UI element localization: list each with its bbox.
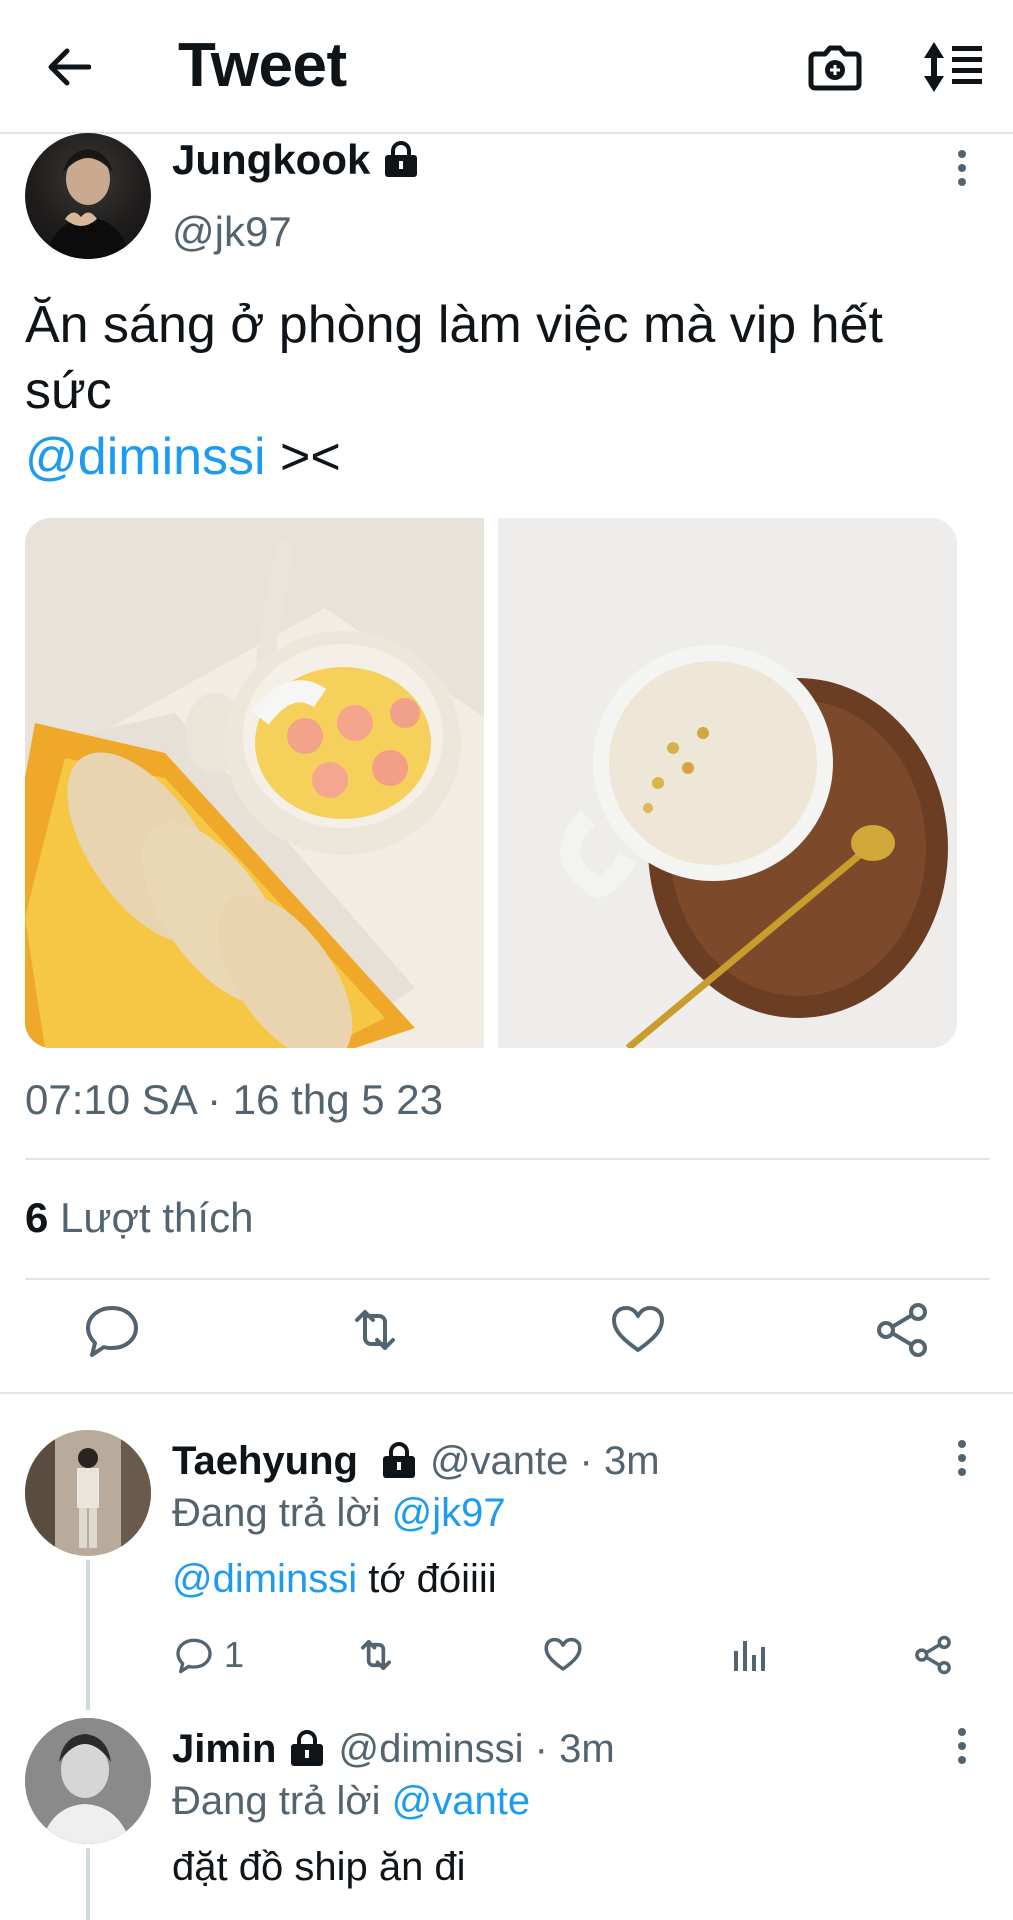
media-image-2[interactable] <box>498 518 957 1048</box>
tweet-text: Ăn sáng ở phòng làm việc mà vip hết sức … <box>25 292 985 490</box>
reply-like-button[interactable] <box>542 1632 584 1678</box>
reply-text: đặt đồ ship ăn đi <box>172 1845 466 1889</box>
likes-count: 6 <box>25 1194 49 1241</box>
tweet-text-line1: Ăn sáng ở phòng làm việc mà vip hết <box>25 296 883 354</box>
drink-cup-image <box>498 518 957 1048</box>
reply-avatar-taehyung[interactable] <box>25 1430 151 1556</box>
camera-button[interactable] <box>805 38 865 98</box>
tweet-text-line2: sức <box>25 362 112 420</box>
avatar-image <box>25 1718 151 1844</box>
more-options-icon[interactable] <box>956 1728 968 1768</box>
share-icon <box>877 1303 927 1357</box>
retweet-button[interactable] <box>345 1300 405 1360</box>
replying-to-line: Đang trả lời @jk97 <box>172 1488 506 1538</box>
author-name[interactable]: Jungkook <box>172 136 370 184</box>
tweet-mention-link[interactable]: @diminssi <box>25 428 266 486</box>
author-name-row: Jungkook <box>172 136 420 184</box>
author-avatar[interactable] <box>25 133 151 259</box>
share-icon <box>915 1635 951 1675</box>
retweet-icon <box>360 1639 392 1671</box>
like-button[interactable] <box>608 1300 668 1360</box>
reply-analytics-button[interactable] <box>730 1632 770 1678</box>
reply-text: @diminssi tớ đóiiii <box>172 1554 497 1604</box>
reply-comment-button[interactable]: 1 <box>174 1632 244 1678</box>
breakfast-tray-image <box>25 518 484 1048</box>
reply-text-body: tớ đóiiii <box>357 1557 497 1601</box>
thread-line <box>86 1848 90 1920</box>
thread-line <box>86 1560 90 1710</box>
lock-icon <box>380 1442 418 1480</box>
reply-mention-link[interactable]: @diminssi <box>172 1557 357 1601</box>
reply-handle-time[interactable]: @diminssi · 3m <box>338 1724 614 1774</box>
reply-retweet-button[interactable] <box>354 1632 398 1678</box>
replying-to-link[interactable]: @vante <box>392 1779 530 1823</box>
likes-label: Lượt thích <box>48 1194 254 1241</box>
analytics-icon <box>734 1641 765 1671</box>
replying-label: Đang trả lời <box>172 1491 392 1535</box>
reply-comment-count: 1 <box>224 1634 245 1675</box>
divider <box>0 1392 1013 1394</box>
share-button[interactable] <box>872 1300 932 1360</box>
reply-avatar-jimin[interactable] <box>25 1718 151 1844</box>
lock-icon <box>288 1730 326 1768</box>
heart-icon <box>612 1306 664 1352</box>
divider <box>25 1158 990 1160</box>
avatar-image <box>25 1430 151 1556</box>
camera-icon <box>808 45 862 91</box>
reply-header: Taehyung @vante · 3m <box>172 1436 660 1486</box>
comment-icon <box>176 1638 212 1674</box>
reply-share-button[interactable] <box>912 1632 954 1678</box>
top-app-bar: Tweet <box>0 0 1013 134</box>
page-title: Tweet <box>178 31 347 100</box>
replying-label: Đang trả lời <box>172 1779 392 1823</box>
reply-handle-time[interactable]: @vante · 3m <box>430 1436 660 1486</box>
more-options-icon[interactable] <box>956 1440 968 1480</box>
replying-to-link[interactable]: @jk97 <box>392 1491 506 1535</box>
media-image-1[interactable] <box>25 518 484 1048</box>
more-options-icon[interactable] <box>956 150 968 190</box>
reply-header: Jimin @diminssi · 3m <box>172 1724 615 1774</box>
avatar-image <box>45 149 131 259</box>
tweet-timestamp[interactable]: 07:10 SA · 16 thg 5 23 <box>25 1072 443 1128</box>
tweet-text-tail: >< <box>265 428 341 486</box>
reply-author-name[interactable]: Taehyung <box>172 1436 358 1486</box>
replying-to-line: Đang trả lời @vante <box>172 1776 530 1826</box>
likes-count-row[interactable]: 6 Lượt thích <box>25 1190 253 1246</box>
divider <box>25 1278 990 1280</box>
lock-icon <box>382 141 420 179</box>
reply-button[interactable] <box>82 1300 142 1360</box>
retweet-icon <box>355 1310 395 1350</box>
back-button[interactable] <box>40 38 98 96</box>
tweet-media <box>25 518 957 1048</box>
heart-icon <box>544 1637 582 1671</box>
comment-icon <box>86 1306 138 1357</box>
author-handle[interactable]: @jk97 <box>172 207 292 257</box>
reply-author-name[interactable]: Jimin <box>172 1724 276 1774</box>
arrow-left-icon <box>48 48 91 86</box>
sort-icon <box>924 42 982 92</box>
sort-replies-button[interactable] <box>920 36 986 98</box>
